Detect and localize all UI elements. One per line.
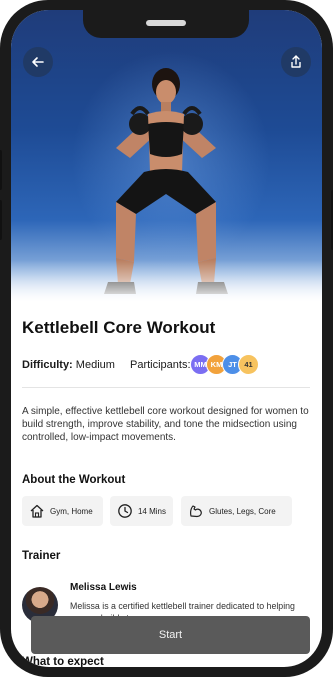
arrow-left-icon [32, 57, 44, 67]
chip-text: 14 Mins [137, 506, 166, 516]
difficulty-value: Medium [75, 359, 115, 371]
difficulty-label: Difficulty: [22, 359, 73, 371]
phone-frame: Kettlebell Core Workout Difficulty: Medi… [0, 0, 333, 677]
clock-icon [118, 504, 132, 518]
trainer-section-title: Trainer [22, 550, 61, 562]
location-chip: Gym, Home [22, 496, 103, 526]
start-button[interactable]: Start [31, 616, 310, 654]
what-to-expect-title: What to expect [22, 656, 104, 667]
muscles-chip: Glutes, Legs, Core [181, 496, 292, 526]
screen: Kettlebell Core Workout Difficulty: Medi… [11, 10, 322, 667]
back-button[interactable] [23, 47, 53, 77]
page-title: Kettlebell Core Workout [22, 318, 216, 337]
share-icon [291, 55, 301, 68]
flexed-arm-icon [190, 505, 202, 518]
chip-text: Gym, Home [50, 506, 93, 516]
about-section-title: About the Workout [22, 474, 126, 486]
volume-button [0, 200, 2, 240]
duration-chip: 14 Mins [110, 496, 173, 526]
floor-fade [11, 260, 322, 310]
speaker [146, 20, 186, 26]
difficulty: Difficulty: Medium [22, 359, 115, 371]
divider [22, 387, 310, 388]
house-icon [30, 504, 44, 518]
participant-count-badge: 41 [238, 354, 259, 375]
meta-row: Difficulty: Medium Participants: MM KM J… [22, 354, 312, 376]
chip-text: Glutes, Legs, Core [209, 506, 276, 516]
participants-label: Participants: [130, 359, 191, 371]
share-button[interactable] [281, 47, 311, 77]
trainer-name[interactable]: Melissa Lewis [70, 582, 137, 593]
hero-image [11, 10, 322, 310]
volume-button [0, 150, 2, 190]
workout-description: A simple, effective kettlebell core work… [22, 406, 309, 443]
